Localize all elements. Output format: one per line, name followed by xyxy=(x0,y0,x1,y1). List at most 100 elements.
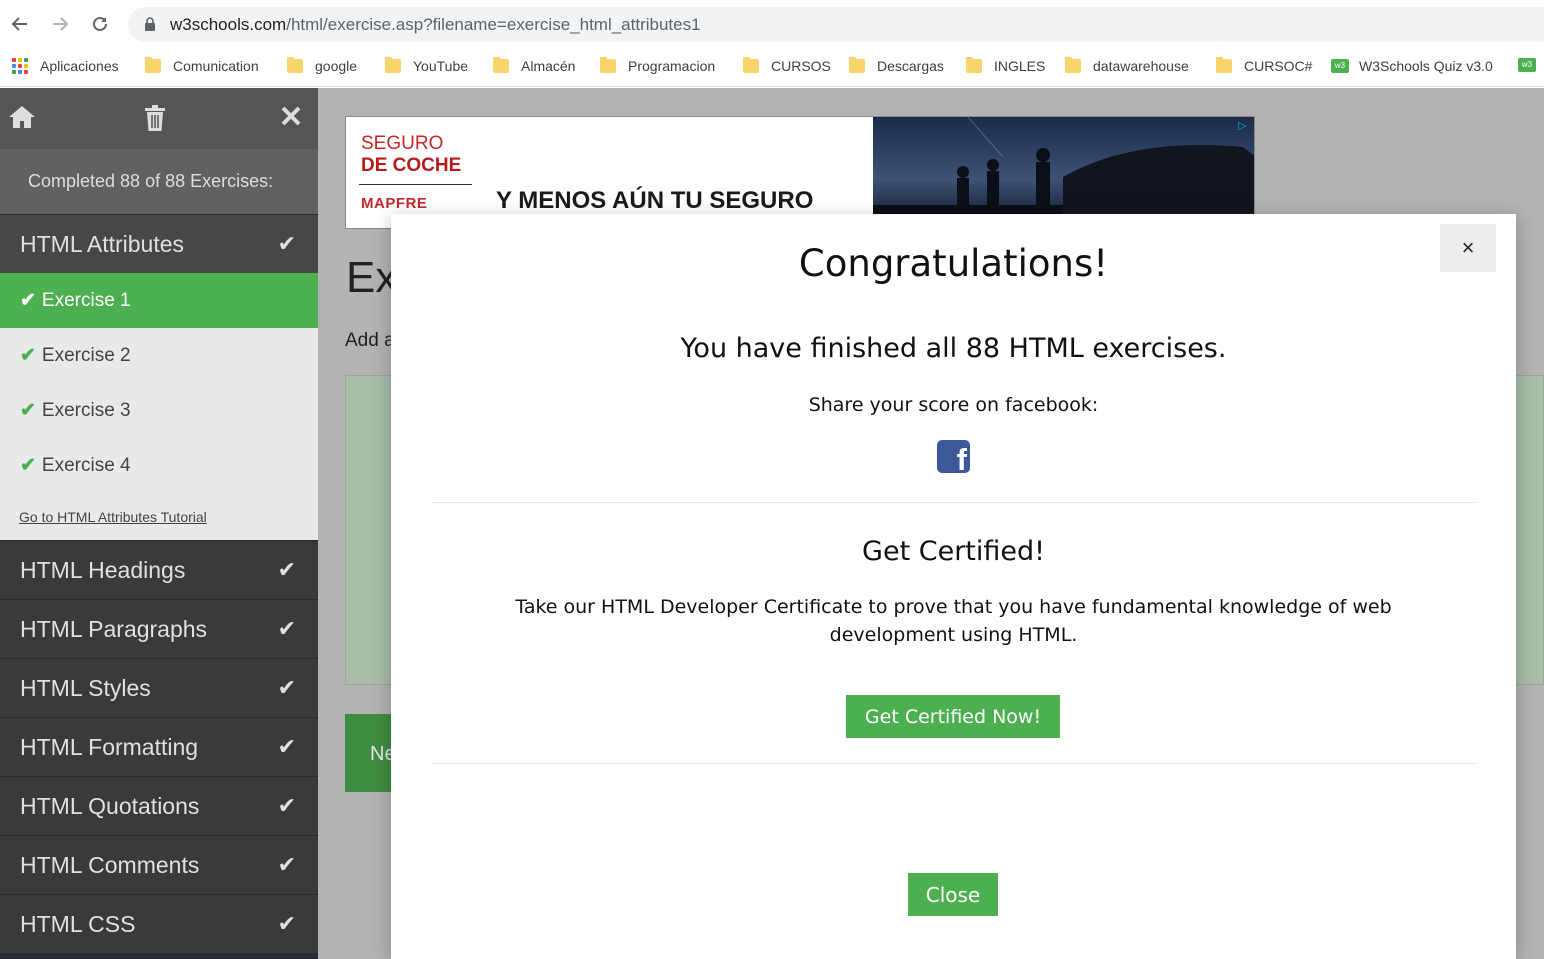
exercise-list: ✔ Exercise 1 ✔ Exercise 2 ✔ Exercise 3 ✔ Exe… xyxy=(0,273,318,540)
bookmark-overflow-w3[interactable]: w3 xyxy=(1518,58,1544,72)
bookmark-almacen[interactable]: Almacén xyxy=(493,57,576,74)
bookmark-youtube[interactable]: YouTube xyxy=(385,57,469,74)
bookmark-cursos[interactable]: CURSOS xyxy=(743,57,831,74)
checkmark-icon: ✔ xyxy=(20,290,36,311)
ad-banner[interactable]: SEGURO DE COCHE MAPFRE Y MENOS AÚN TU SE… xyxy=(345,116,1255,229)
bookmark-google[interactable]: google xyxy=(287,57,358,74)
bookmark-w3schools-quiz[interactable]: w3 W3Schools Quiz v3.0 xyxy=(1331,58,1493,74)
checkmark-icon: ✔ xyxy=(277,734,296,759)
exercise-item-3[interactable]: ✔ Exercise 3 xyxy=(0,383,318,438)
bookmarks-bar: Aplicaciones Comunication google YouTube… xyxy=(0,49,1544,87)
w3schools-icon: w3 xyxy=(1331,59,1349,73)
divider xyxy=(431,763,1476,764)
checkmark-icon: ✔ xyxy=(20,455,36,476)
bookmark-descargas[interactable]: Descargas xyxy=(849,57,944,74)
section-label: HTML Attributes xyxy=(20,230,185,257)
exercise-label: Exercise 2 xyxy=(41,344,131,366)
exercise-item-1[interactable]: ✔ Exercise 1 xyxy=(0,273,318,328)
home-icon[interactable] xyxy=(8,104,36,135)
address-bar[interactable]: w3schools.com/html/exercise.asp?filename… xyxy=(128,7,1544,42)
exercise-title: Ex xyxy=(346,253,398,302)
sidebar-section-comments[interactable]: HTML Comments ✔ xyxy=(0,835,318,894)
checkmark-icon: ✔ xyxy=(277,675,296,700)
bookmark-cursoc[interactable]: CURSOC# xyxy=(1216,57,1313,74)
bookmark-label: Descargas xyxy=(877,58,944,74)
bookmark-label: INGLES xyxy=(994,58,1046,74)
section-label: HTML CSS xyxy=(20,910,136,937)
section-label: HTML Styles xyxy=(20,674,151,701)
sidebar-section-formatting[interactable]: HTML Formatting ✔ xyxy=(0,717,318,776)
get-certified-button[interactable]: Get Certified Now! xyxy=(846,695,1060,738)
section-label: HTML Headings xyxy=(20,556,186,583)
url-text: w3schools.com/html/exercise.asp?filename… xyxy=(170,15,701,35)
folder-icon xyxy=(600,57,616,73)
reload-icon[interactable] xyxy=(88,12,112,36)
finished-message: You have finished all 88 HTML exercises. xyxy=(680,333,1227,364)
ad-brand: MAPFRE xyxy=(361,195,428,212)
congratulations-modal: × Congratulations! You have finished all… xyxy=(391,214,1516,959)
forward-arrow-icon[interactable] xyxy=(48,12,72,36)
ad-line2: DE COCHE xyxy=(361,155,462,176)
sidebar-toolbar xyxy=(0,88,318,149)
folder-icon xyxy=(966,57,982,73)
sidebar-section-quotations[interactable]: HTML Quotations ✔ xyxy=(0,776,318,835)
sidebar-section-css[interactable]: HTML CSS ✔ xyxy=(0,894,318,953)
section-label: HTML Comments xyxy=(20,851,200,878)
bookmark-label: datawarehouse xyxy=(1093,58,1189,74)
section-label: HTML Quotations xyxy=(20,792,200,819)
bookmark-comunication[interactable]: Comunication xyxy=(145,57,259,74)
bookmark-aplicaciones[interactable]: Aplicaciones xyxy=(12,58,119,74)
sidebar-section-headings[interactable]: HTML Headings ✔ xyxy=(0,540,318,599)
checkmark-icon: ✔ xyxy=(277,616,296,641)
bookmark-label: Aplicaciones xyxy=(40,58,119,74)
apps-grid-icon xyxy=(12,58,28,74)
sidebar-section-attributes[interactable]: HTML Attributes ✔ xyxy=(0,214,318,273)
completed-count: Completed 88 of 88 Exercises: xyxy=(0,149,318,214)
folder-icon xyxy=(145,57,161,73)
url-host: w3schools.com xyxy=(170,15,287,34)
w3schools-icon: w3 xyxy=(1518,58,1536,72)
lock-icon xyxy=(144,17,156,36)
sidebar-section-styles[interactable]: HTML Styles ✔ xyxy=(0,658,318,717)
bookmark-programacion[interactable]: Programacion xyxy=(600,57,715,74)
tutorial-link[interactable]: Go to HTML Attributes Tutorial xyxy=(0,493,318,540)
checkmark-icon: ✔ xyxy=(277,557,296,582)
checkmark-icon: ✔ xyxy=(20,400,36,421)
modal-title: Congratulations! xyxy=(798,242,1109,285)
facebook-icon[interactable]: f xyxy=(937,440,970,473)
adchoices-icon[interactable]: ▷ xyxy=(1238,119,1254,135)
close-sidebar-icon[interactable] xyxy=(280,104,302,132)
folder-icon xyxy=(849,57,865,73)
folder-icon xyxy=(743,57,759,73)
checkmark-icon: ✔ xyxy=(277,852,296,877)
trash-icon[interactable] xyxy=(143,104,167,137)
ad-slogan: Y MENOS AÚN TU SEGURO xyxy=(496,187,814,214)
bookmark-label: Almacén xyxy=(521,58,576,74)
ad-photo: ▷ xyxy=(873,117,1254,228)
exercise-instruction: Add a xyxy=(345,330,395,351)
close-button[interactable]: Close xyxy=(908,873,998,916)
sidebar-section-paragraphs[interactable]: HTML Paragraphs ✔ xyxy=(0,599,318,658)
exercise-item-4[interactable]: ✔ Exercise 4 xyxy=(0,438,318,493)
exercise-sidebar: Completed 88 of 88 Exercises: HTML Attri… xyxy=(0,88,318,959)
checkmark-icon: ✔ xyxy=(20,345,36,366)
share-prompt: Share your score on facebook: xyxy=(808,394,1099,416)
cert-title: Get Certified! xyxy=(862,536,1045,567)
bookmark-label: google xyxy=(315,58,358,74)
bookmark-label: CURSOC# xyxy=(1244,58,1313,74)
back-arrow-icon[interactable] xyxy=(8,12,32,36)
bookmark-ingles[interactable]: INGLES xyxy=(966,57,1046,74)
ad-divider xyxy=(359,184,472,185)
divider xyxy=(431,502,1476,503)
bookmark-datawarehouse[interactable]: datawarehouse xyxy=(1065,57,1189,74)
bookmark-label: YouTube xyxy=(413,58,469,74)
exercise-label: Exercise 4 xyxy=(41,454,131,476)
exercise-label: Exercise 1 xyxy=(41,289,131,311)
folder-icon xyxy=(1216,57,1232,73)
section-label: HTML Paragraphs xyxy=(20,615,208,642)
folder-icon xyxy=(493,57,509,73)
url-path: /html/exercise.asp?filename=exercise_htm… xyxy=(286,15,701,34)
ad-line1: SEGURO xyxy=(361,133,444,154)
bookmark-label: Comunication xyxy=(173,58,259,74)
exercise-item-2[interactable]: ✔ Exercise 2 xyxy=(0,328,318,383)
